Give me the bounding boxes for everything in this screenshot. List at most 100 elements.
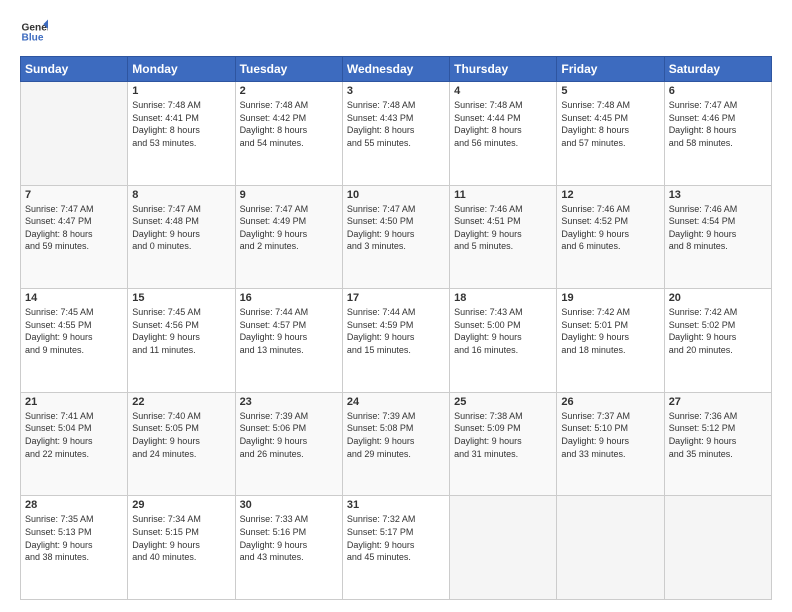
day-number: 27 xyxy=(669,396,767,408)
calendar-cell: 29Sunrise: 7:34 AM Sunset: 5:15 PM Dayli… xyxy=(128,496,235,600)
calendar-cell: 1Sunrise: 7:48 AM Sunset: 4:41 PM Daylig… xyxy=(128,82,235,186)
day-info: Sunrise: 7:44 AM Sunset: 4:57 PM Dayligh… xyxy=(240,306,338,356)
day-info: Sunrise: 7:48 AM Sunset: 4:45 PM Dayligh… xyxy=(561,99,659,149)
calendar-cell xyxy=(664,496,771,600)
day-number: 23 xyxy=(240,396,338,408)
day-number: 17 xyxy=(347,292,445,304)
day-number: 21 xyxy=(25,396,123,408)
calendar-cell xyxy=(21,82,128,186)
day-number: 25 xyxy=(454,396,552,408)
calendar-cell: 8 Sunrise: 7:47 AM Sunset: 4:48 PM Daylig… xyxy=(128,185,235,289)
day-info: Sunrise: 7:40 AM Sunset: 5:05 PM Dayligh… xyxy=(132,410,230,460)
calendar-header-row: SundayMondayTuesdayWednesdayThursdayFrid… xyxy=(21,57,772,82)
day-number: 31 xyxy=(347,499,445,511)
day-info: Sunrise: 7:33 AM Sunset: 5:16 PM Dayligh… xyxy=(240,513,338,563)
day-info: Sunrise: 7:39 AM Sunset: 5:08 PM Dayligh… xyxy=(347,410,445,460)
day-number: 13 xyxy=(669,189,767,201)
day-info: Sunrise: 7:46 AM Sunset: 4:54 PM Dayligh… xyxy=(669,203,767,253)
day-number: 6 xyxy=(669,85,767,97)
calendar-cell: 31 Sunrise: 7:32 AM Sunset: 5:17 PM Dayli… xyxy=(342,496,449,600)
calendar-cell: 19 Sunrise: 7:42 AM Sunset: 5:01 PM Dayli… xyxy=(557,289,664,393)
day-number: 18 xyxy=(454,292,552,304)
day-info: Sunrise: 7:32 AM Sunset: 5:17 PM Dayligh… xyxy=(347,513,445,563)
calendar-cell: 11Sunrise: 7:46 AM Sunset: 4:51 PM Dayli… xyxy=(450,185,557,289)
calendar-cell xyxy=(557,496,664,600)
day-number: 8 xyxy=(132,189,230,201)
day-number: 14 xyxy=(25,292,123,304)
calendar-cell: 10 Sunrise: 7:47 AM Sunset: 4:50 PM Dayli… xyxy=(342,185,449,289)
calendar-table: SundayMondayTuesdayWednesdayThursdayFrid… xyxy=(20,56,772,600)
day-number: 28 xyxy=(25,499,123,511)
day-info: Sunrise: 7:42 AM Sunset: 5:01 PM Dayligh… xyxy=(561,306,659,356)
header-day-friday: Friday xyxy=(557,57,664,82)
day-info: Sunrise: 7:47 AM Sunset: 4:47 PM Dayligh… xyxy=(25,203,123,253)
day-number: 5 xyxy=(561,85,659,97)
day-number: 15 xyxy=(132,292,230,304)
day-info: Sunrise: 7:36 AM Sunset: 5:12 PM Dayligh… xyxy=(669,410,767,460)
day-number: 22 xyxy=(132,396,230,408)
day-number: 12 xyxy=(561,189,659,201)
calendar-cell: 30 Sunrise: 7:33 AM Sunset: 5:16 PM Dayli… xyxy=(235,496,342,600)
calendar-cell: 13 Sunrise: 7:46 AM Sunset: 4:54 PM Dayli… xyxy=(664,185,771,289)
calendar-cell: 16 Sunrise: 7:44 AM Sunset: 4:57 PM Dayli… xyxy=(235,289,342,393)
calendar-cell: 22 Sunrise: 7:40 AM Sunset: 5:05 PM Dayli… xyxy=(128,392,235,496)
day-info: Sunrise: 7:48 AM Sunset: 4:43 PM Dayligh… xyxy=(347,99,445,149)
calendar-cell: 17 Sunrise: 7:44 AM Sunset: 4:59 PM Dayli… xyxy=(342,289,449,393)
day-info: Sunrise: 7:47 AM Sunset: 4:49 PM Dayligh… xyxy=(240,203,338,253)
day-number: 19 xyxy=(561,292,659,304)
day-info: Sunrise: 7:48 AM Sunset: 4:44 PM Dayligh… xyxy=(454,99,552,149)
day-info: Sunrise: 7:47 AM Sunset: 4:48 PM Dayligh… xyxy=(132,203,230,253)
calendar-cell: 20Sunrise: 7:42 AM Sunset: 5:02 PM Dayli… xyxy=(664,289,771,393)
day-info: Sunrise: 7:45 AM Sunset: 4:55 PM Dayligh… xyxy=(25,306,123,356)
day-info: Sunrise: 7:34 AM Sunset: 5:15 PM Dayligh… xyxy=(132,513,230,563)
calendar-week-3: 14 Sunrise: 7:45 AM Sunset: 4:55 PM Dayli… xyxy=(21,289,772,393)
calendar-cell xyxy=(450,496,557,600)
calendar-cell: 6 Sunrise: 7:47 AM Sunset: 4:46 PM Daylig… xyxy=(664,82,771,186)
calendar-cell: 21 Sunrise: 7:41 AM Sunset: 5:04 PM Dayli… xyxy=(21,392,128,496)
day-number: 16 xyxy=(240,292,338,304)
header-day-sunday: Sunday xyxy=(21,57,128,82)
day-number: 9 xyxy=(240,189,338,201)
day-info: Sunrise: 7:47 AM Sunset: 4:50 PM Dayligh… xyxy=(347,203,445,253)
day-number: 26 xyxy=(561,396,659,408)
day-number: 4 xyxy=(454,85,552,97)
day-number: 1 xyxy=(132,85,230,97)
header-day-monday: Monday xyxy=(128,57,235,82)
calendar-cell: 15Sunrise: 7:45 AM Sunset: 4:56 PM Dayli… xyxy=(128,289,235,393)
day-number: 2 xyxy=(240,85,338,97)
day-number: 30 xyxy=(240,499,338,511)
calendar-cell: 23 Sunrise: 7:39 AM Sunset: 5:06 PM Dayli… xyxy=(235,392,342,496)
calendar-cell: 25 Sunrise: 7:38 AM Sunset: 5:09 PM Dayli… xyxy=(450,392,557,496)
day-info: Sunrise: 7:47 AM Sunset: 4:46 PM Dayligh… xyxy=(669,99,767,149)
day-info: Sunrise: 7:44 AM Sunset: 4:59 PM Dayligh… xyxy=(347,306,445,356)
calendar-week-1: 1Sunrise: 7:48 AM Sunset: 4:41 PM Daylig… xyxy=(21,82,772,186)
calendar-cell: 14 Sunrise: 7:45 AM Sunset: 4:55 PM Dayli… xyxy=(21,289,128,393)
day-info: Sunrise: 7:41 AM Sunset: 5:04 PM Dayligh… xyxy=(25,410,123,460)
page: General Blue SundayMondayTuesdayWednesda… xyxy=(0,0,792,612)
day-number: 10 xyxy=(347,189,445,201)
calendar-cell: 3 Sunrise: 7:48 AM Sunset: 4:43 PM Daylig… xyxy=(342,82,449,186)
header-day-thursday: Thursday xyxy=(450,57,557,82)
day-number: 7 xyxy=(25,189,123,201)
calendar-cell: 24Sunrise: 7:39 AM Sunset: 5:08 PM Dayli… xyxy=(342,392,449,496)
day-info: Sunrise: 7:35 AM Sunset: 5:13 PM Dayligh… xyxy=(25,513,123,563)
day-info: Sunrise: 7:38 AM Sunset: 5:09 PM Dayligh… xyxy=(454,410,552,460)
calendar-cell: 18Sunrise: 7:43 AM Sunset: 5:00 PM Dayli… xyxy=(450,289,557,393)
day-info: Sunrise: 7:39 AM Sunset: 5:06 PM Dayligh… xyxy=(240,410,338,460)
calendar-cell: 4 Sunrise: 7:48 AM Sunset: 4:44 PM Daylig… xyxy=(450,82,557,186)
day-number: 20 xyxy=(669,292,767,304)
day-info: Sunrise: 7:46 AM Sunset: 4:52 PM Dayligh… xyxy=(561,203,659,253)
day-number: 11 xyxy=(454,189,552,201)
day-number: 3 xyxy=(347,85,445,97)
logo: General Blue xyxy=(20,18,48,46)
calendar-cell: 27 Sunrise: 7:36 AM Sunset: 5:12 PM Dayli… xyxy=(664,392,771,496)
header-day-tuesday: Tuesday xyxy=(235,57,342,82)
calendar-cell: 28 Sunrise: 7:35 AM Sunset: 5:13 PM Dayli… xyxy=(21,496,128,600)
calendar-week-5: 28 Sunrise: 7:35 AM Sunset: 5:13 PM Dayli… xyxy=(21,496,772,600)
calendar-cell: 12 Sunrise: 7:46 AM Sunset: 4:52 PM Dayli… xyxy=(557,185,664,289)
svg-text:Blue: Blue xyxy=(22,33,44,44)
calendar-week-2: 7 Sunrise: 7:47 AM Sunset: 4:47 PM Daylig… xyxy=(21,185,772,289)
header: General Blue xyxy=(20,18,772,46)
calendar-cell: 7 Sunrise: 7:47 AM Sunset: 4:47 PM Daylig… xyxy=(21,185,128,289)
header-day-wednesday: Wednesday xyxy=(342,57,449,82)
